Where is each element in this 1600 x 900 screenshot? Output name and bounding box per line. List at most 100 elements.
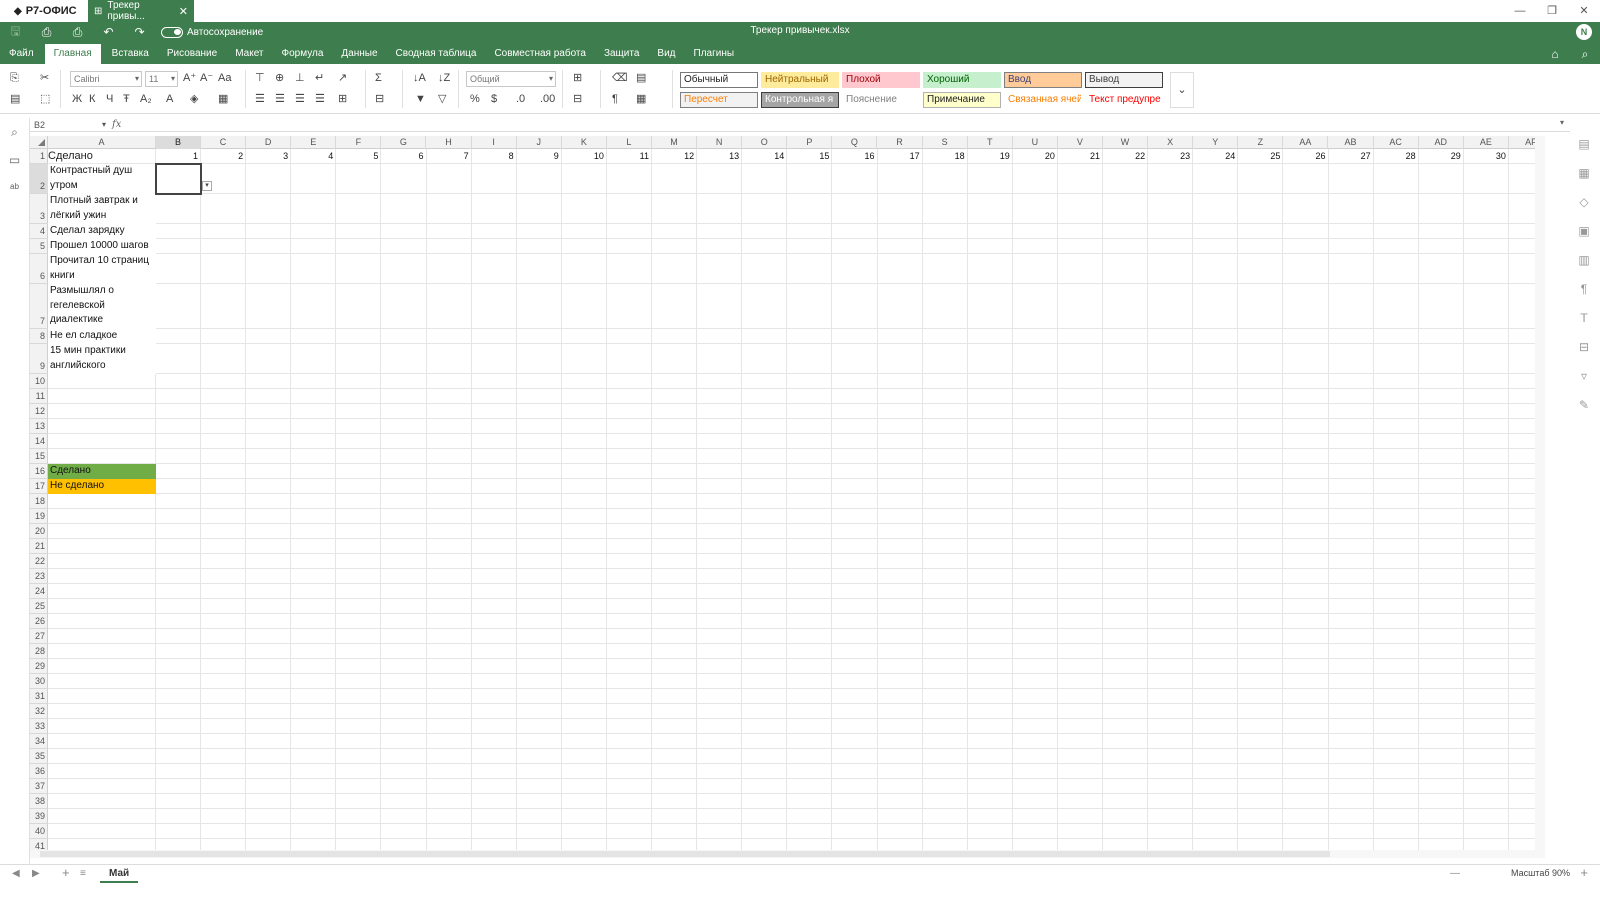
- font-size-select[interactable]: 11: [145, 71, 178, 87]
- row-header[interactable]: 36: [30, 764, 48, 779]
- column-header-O[interactable]: O: [742, 136, 788, 149]
- cell-area[interactable]: 1 2 3 4 5 6 7 8 9 10 11 12 13 14 15 16 17 18 19 20 21 22 23 24 2…: [48, 149, 1535, 850]
- habit-cell[interactable]: 15 мин практики английского: [48, 344, 156, 374]
- sort-asc-icon[interactable]: ↓A: [413, 71, 426, 85]
- tab-2[interactable]: Вставка: [103, 44, 158, 64]
- italic-icon[interactable]: К: [89, 92, 95, 106]
- cell-settings-icon[interactable]: ▤: [1568, 130, 1600, 159]
- name-box[interactable]: B2: [32, 118, 108, 132]
- row-header[interactable]: 13: [30, 419, 48, 434]
- print-icon[interactable]: ⎙: [31, 25, 62, 40]
- decrease-font-icon[interactable]: A⁻: [200, 71, 213, 85]
- row-header[interactable]: 17: [30, 479, 48, 494]
- selected-cell-b2[interactable]: [155, 163, 202, 195]
- row-header[interactable]: 7: [30, 284, 48, 329]
- bold-icon[interactable]: Ж: [72, 92, 82, 106]
- row-header[interactable]: 22: [30, 554, 48, 569]
- tab-5[interactable]: Формула: [273, 44, 333, 64]
- text-art-icon[interactable]: T: [1568, 304, 1600, 333]
- image-settings-icon[interactable]: ▣: [1568, 217, 1600, 246]
- day-number-cell[interactable]: 22: [1103, 149, 1148, 164]
- row-header[interactable]: 40: [30, 824, 48, 839]
- column-header-L[interactable]: L: [607, 136, 652, 149]
- row-header[interactable]: 2: [30, 164, 48, 194]
- change-case-icon[interactable]: Aa: [218, 71, 231, 85]
- tab-7[interactable]: Сводная таблица: [387, 44, 486, 64]
- app-brand[interactable]: ◆ Р7-ОФИС: [0, 0, 88, 22]
- column-header-V[interactable]: V: [1058, 136, 1103, 149]
- day-number-cell[interactable]: 17: [878, 149, 923, 164]
- font-name-select[interactable]: Calibri: [70, 71, 142, 87]
- day-number-cell[interactable]: 5: [336, 149, 381, 164]
- habit-cell[interactable]: Прошел 10000 шагов: [48, 239, 156, 254]
- day-number-cell[interactable]: 19: [968, 149, 1013, 164]
- column-header-AB[interactable]: AB: [1329, 136, 1374, 149]
- user-avatar[interactable]: N: [1576, 24, 1592, 40]
- autosum-icon[interactable]: Σ: [375, 71, 382, 85]
- select-all-corner[interactable]: [30, 136, 48, 149]
- day-number-cell[interactable]: 11: [607, 149, 652, 164]
- number-format-select[interactable]: Общий: [466, 71, 556, 87]
- align-middle-icon[interactable]: ⊕: [275, 71, 284, 85]
- column-header-Q[interactable]: Q: [832, 136, 878, 149]
- column-header-H[interactable]: H: [427, 136, 472, 149]
- day-number-cell[interactable]: 4: [291, 149, 336, 164]
- redo-icon[interactable]: ↷: [124, 25, 155, 39]
- habit-cell[interactable]: Контрастный душ утром: [48, 164, 156, 194]
- row-header[interactable]: 15: [30, 449, 48, 464]
- tab-6[interactable]: Данные: [332, 44, 386, 64]
- justify-icon[interactable]: ☰: [315, 92, 325, 106]
- cell-style-10[interactable]: Связанная ячей: [1004, 92, 1082, 108]
- day-number-cell[interactable]: 18: [923, 149, 968, 164]
- align-left-icon[interactable]: ☰: [255, 92, 265, 106]
- row-header[interactable]: 10: [30, 374, 48, 389]
- column-header-AF[interactable]: AF: [1509, 136, 1535, 149]
- cell-style-8[interactable]: Пояснение: [842, 92, 920, 108]
- row-header[interactable]: 6: [30, 254, 48, 284]
- day-number-cell[interactable]: 10: [562, 149, 607, 164]
- habit-cell[interactable]: Плотный завтрак и лёгкий ужин: [48, 194, 156, 224]
- row-header[interactable]: 33: [30, 719, 48, 734]
- row-header[interactable]: 3: [30, 194, 48, 224]
- row-header[interactable]: 20: [30, 524, 48, 539]
- day-number-cell[interactable]: 7: [427, 149, 472, 164]
- row-header[interactable]: 26: [30, 614, 48, 629]
- habit-cell[interactable]: Размышлял о гегелевской диалектике: [48, 284, 156, 329]
- strike-icon[interactable]: Ŧ: [123, 92, 130, 106]
- column-header-AC[interactable]: AC: [1374, 136, 1419, 149]
- row-header[interactable]: 11: [30, 389, 48, 404]
- day-number-cell[interactable]: 29: [1419, 149, 1464, 164]
- column-header-C[interactable]: C: [201, 136, 247, 149]
- column-header-F[interactable]: F: [336, 136, 382, 149]
- underline-icon[interactable]: Ч: [106, 92, 113, 106]
- vertical-scrollbar[interactable]: [1535, 136, 1545, 850]
- search-icon[interactable]: ⌕: [0, 118, 29, 146]
- row-header[interactable]: 24: [30, 584, 48, 599]
- copy-icon[interactable]: ⎘: [10, 71, 19, 85]
- percent-icon[interactable]: %: [470, 92, 480, 106]
- row-header[interactable]: 28: [30, 644, 48, 659]
- first-sheet-icon[interactable]: ◀: [12, 868, 20, 879]
- expand-formula-icon[interactable]: ▾: [1560, 118, 1564, 127]
- last-sheet-icon[interactable]: ▶: [32, 868, 40, 879]
- column-header-R[interactable]: R: [878, 136, 923, 149]
- row-header[interactable]: 39: [30, 809, 48, 824]
- column-header-A[interactable]: A: [48, 136, 156, 149]
- filter-icon[interactable]: ▼: [415, 92, 426, 106]
- row-header[interactable]: 29: [30, 659, 48, 674]
- font-color-icon[interactable]: A: [166, 92, 173, 106]
- tab-10[interactable]: Вид: [648, 44, 684, 64]
- tab-1[interactable]: Главная: [44, 44, 101, 64]
- quick-print-icon[interactable]: ⎙: [62, 25, 93, 40]
- maximize-icon[interactable]: ❐: [1536, 0, 1568, 22]
- increase-decimal-icon[interactable]: .00: [540, 92, 555, 106]
- autosave-toggle[interactable]: [161, 26, 183, 38]
- row-header[interactable]: 19: [30, 509, 48, 524]
- subscript-icon[interactable]: A₂: [140, 92, 152, 106]
- habit-cell[interactable]: Сделал зарядку: [48, 224, 156, 239]
- add-sheet-icon[interactable]: +: [62, 865, 70, 880]
- column-header-M[interactable]: M: [652, 136, 698, 149]
- spellcheck-icon[interactable]: ᵃᵇ: [0, 174, 29, 202]
- column-header-X[interactable]: X: [1148, 136, 1194, 149]
- row-header[interactable]: 38: [30, 794, 48, 809]
